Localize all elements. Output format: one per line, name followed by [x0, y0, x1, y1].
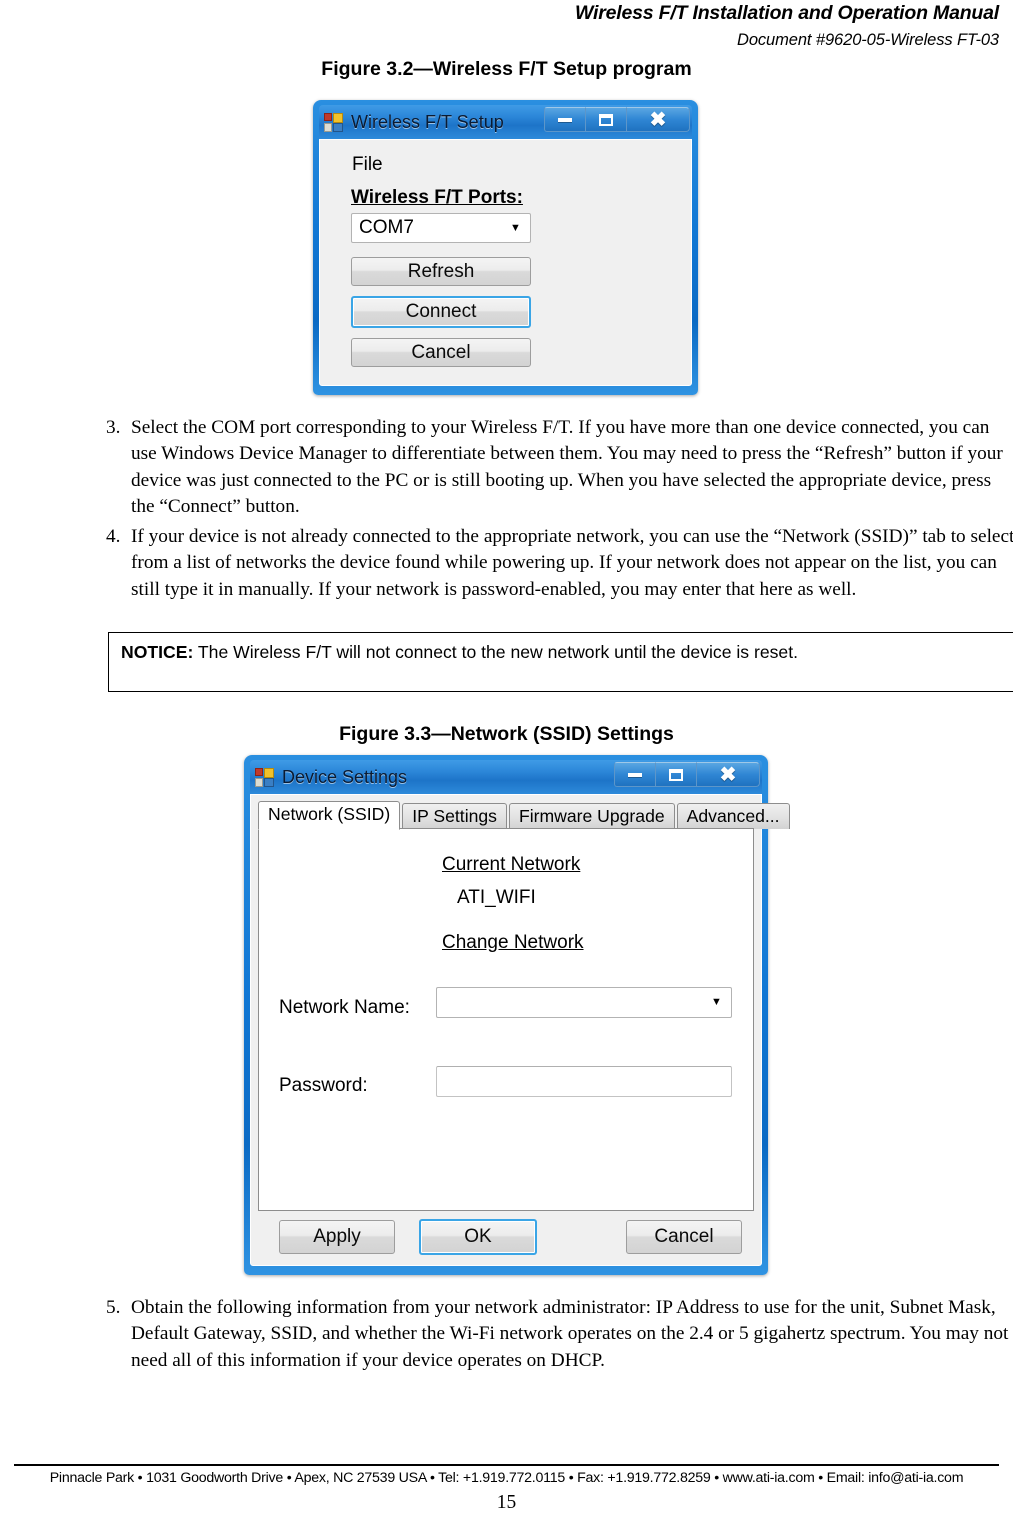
- windows-forms-app-icon: [255, 767, 274, 787]
- list-item-number: 3.: [106, 417, 121, 438]
- apply-button[interactable]: Apply: [279, 1220, 395, 1254]
- settings-button-row: Apply OK Cancel: [258, 1215, 754, 1259]
- list-item: 4. If your device is not already connect…: [100, 524, 1013, 603]
- list-item-number: 5.: [106, 1297, 121, 1318]
- tab-advanced[interactable]: Advanced...: [676, 803, 790, 829]
- footer-divider: [14, 1464, 999, 1466]
- notice-box: NOTICE: The Wireless F/T will not connec…: [108, 632, 1013, 692]
- list-item: 5. Obtain the following information from…: [100, 1295, 1013, 1374]
- setup-window-title: Wireless F/T Setup: [351, 111, 504, 132]
- close-icon: ✖: [649, 108, 667, 131]
- file-menu[interactable]: File: [352, 154, 383, 176]
- notice-text: The Wireless F/T will not connect to the…: [197, 642, 798, 662]
- setup-window-controls: ✖: [544, 107, 690, 134]
- change-network-heading: Change Network: [442, 932, 584, 953]
- settings-cancel-button[interactable]: Cancel: [626, 1220, 742, 1254]
- minimize-button[interactable]: [544, 107, 586, 132]
- current-network-value: ATI_WIFI: [457, 887, 536, 908]
- minimize-button[interactable]: [614, 762, 656, 787]
- chevron-down-icon: ▼: [711, 996, 722, 1008]
- password-input[interactable]: [436, 1066, 732, 1097]
- maximize-button[interactable]: [655, 762, 697, 787]
- minimize-icon: [628, 772, 642, 777]
- current-network-heading: Current Network: [442, 854, 581, 875]
- tab-network-ssid[interactable]: Network (SSID): [258, 801, 401, 830]
- figure-3-2-caption: Figure 3.2—Wireless F/T Setup program: [321, 58, 692, 80]
- password-label: Password:: [279, 1075, 368, 1096]
- com-port-value: COM7: [359, 217, 414, 238]
- network-ssid-panel: Current Network ATI_WIFI Change Network …: [258, 828, 754, 1211]
- wireless-ft-ports-label: Wireless F/T Ports:: [351, 187, 523, 208]
- wireless-ft-setup-window[interactable]: Wireless F/T Setup ✖ File Wireless F/T P…: [313, 100, 698, 395]
- notice-label: NOTICE:: [121, 642, 194, 662]
- footer-address: Pinnacle Park • 1031 Goodworth Drive • A…: [49, 1470, 964, 1486]
- tab-ip-settings[interactable]: IP Settings: [402, 803, 507, 829]
- ok-button[interactable]: OK: [419, 1219, 537, 1255]
- figure-3-3-caption: Figure 3.3—Network (SSID) Settings: [339, 723, 674, 745]
- maximize-button[interactable]: [585, 107, 627, 132]
- manual-title: Wireless F/T Installation and Operation …: [574, 2, 999, 24]
- tab-firmware-upgrade[interactable]: Firmware Upgrade: [508, 803, 675, 829]
- chevron-down-icon: ▼: [510, 221, 521, 234]
- page-running-head: Wireless F/T Installation and Operation …: [0, 0, 999, 50]
- maximize-icon: [669, 768, 683, 781]
- close-icon: ✖: [719, 763, 737, 786]
- device-settings-titlebar[interactable]: Device Settings ✖: [250, 760, 762, 794]
- list-item: 3. Select the COM port corresponding to …: [100, 415, 1012, 521]
- close-button[interactable]: ✖: [696, 762, 760, 787]
- refresh-button[interactable]: Refresh: [351, 257, 531, 286]
- list-item-number: 4.: [106, 526, 121, 547]
- document-number: Document #9620-05-Wireless FT-03: [737, 31, 999, 49]
- device-settings-title: Device Settings: [282, 766, 408, 787]
- list-item-text: Select the COM port corresponding to you…: [131, 417, 1003, 518]
- network-name-select[interactable]: ▼: [436, 987, 732, 1018]
- windows-forms-app-icon: [324, 112, 343, 132]
- maximize-icon: [599, 113, 613, 126]
- page-number: 15: [496, 1492, 517, 1513]
- minimize-icon: [558, 117, 572, 122]
- cancel-button[interactable]: Cancel: [351, 338, 531, 367]
- device-settings-controls: ✖: [614, 762, 760, 789]
- device-settings-body: Network (SSID) IP Settings Firmware Upgr…: [250, 794, 790, 1266]
- setup-window-body: File Wireless F/T Ports: COM7 ▼ Refresh …: [319, 139, 692, 386]
- list-item-text: If your device is not already connected …: [131, 526, 1013, 600]
- list-item-text: Obtain the following information from yo…: [131, 1297, 1009, 1371]
- connect-button[interactable]: Connect: [351, 296, 531, 328]
- close-button[interactable]: ✖: [626, 107, 690, 132]
- setup-window-titlebar[interactable]: Wireless F/T Setup ✖: [319, 105, 692, 139]
- network-name-label: Network Name:: [279, 997, 410, 1018]
- settings-tabstrip: Network (SSID) IP Settings Firmware Upgr…: [258, 801, 790, 830]
- device-settings-window[interactable]: Device Settings ✖ Network (SSID) IP Sett…: [244, 755, 790, 1275]
- com-port-select[interactable]: COM7 ▼: [351, 213, 531, 243]
